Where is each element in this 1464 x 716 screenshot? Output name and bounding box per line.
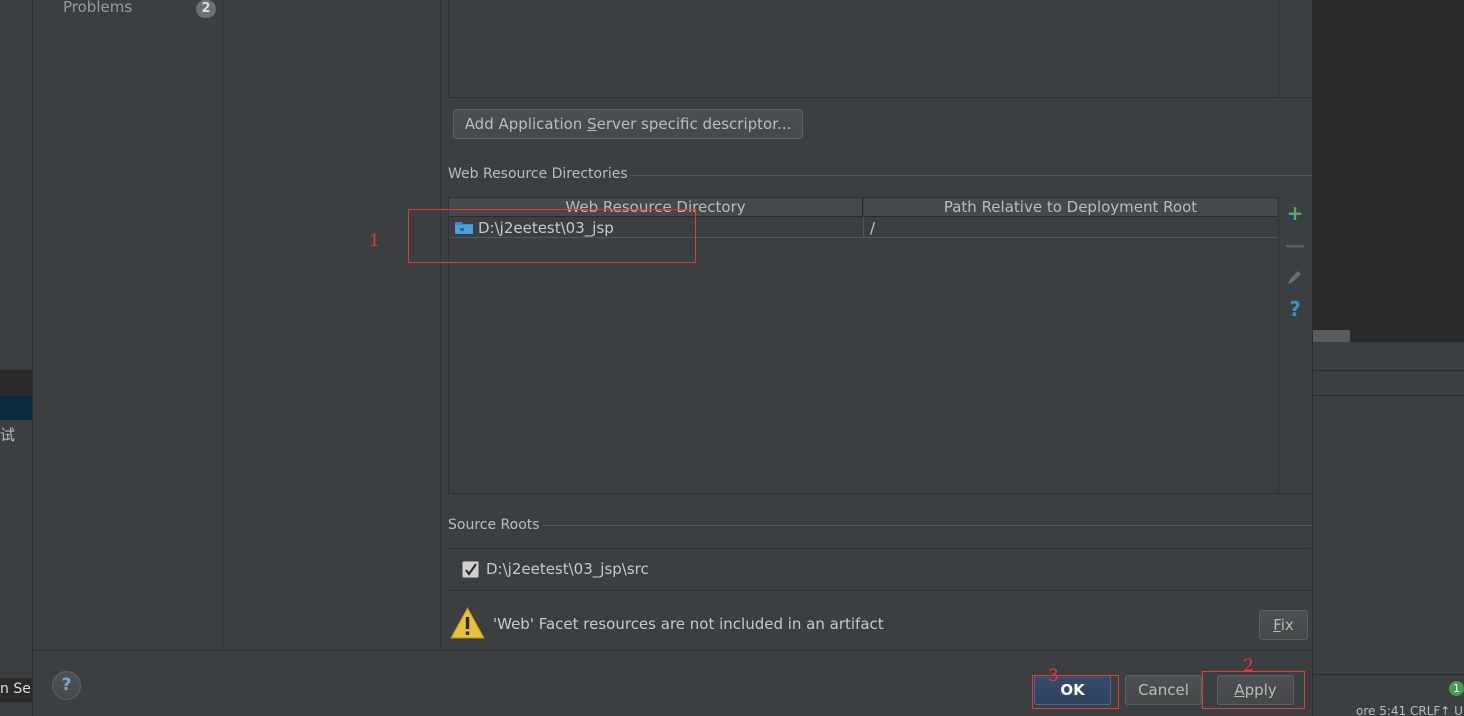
add-descriptor-mnemonic: S	[587, 115, 597, 133]
add-server-descriptor-button[interactable]: Add Application Server specific descript…	[453, 109, 803, 139]
ide-left-strip	[0, 370, 32, 396]
annotation-number-1: 1	[369, 231, 380, 251]
annotation-box-1	[408, 209, 696, 263]
section-divider	[629, 175, 1311, 176]
column-divider	[863, 218, 864, 238]
ide-editor-scrollbar[interactable]	[1313, 330, 1350, 342]
warning-icon	[450, 606, 485, 639]
ide-editor-area	[1313, 0, 1464, 342]
event-log-badge[interactable]: 1	[1449, 681, 1464, 696]
help-icon[interactable]: ?	[1285, 299, 1305, 319]
ide-left-text: 试	[0, 426, 16, 444]
ide-status-text: ore 5:41 CRLF↑ U	[1356, 704, 1463, 716]
fix-label-rest: ix	[1280, 616, 1294, 634]
checkmark-icon	[465, 563, 477, 576]
ide-left-bottom-text: n Se	[0, 678, 32, 702]
annotation-number-3: 3	[1048, 666, 1059, 686]
web-resource-directories-title: Web Resource Directories	[448, 166, 628, 182]
ide-status-bar	[1313, 674, 1464, 704]
table-cell-relative-path: /	[870, 219, 876, 237]
source-root-path: D:\j2eetest\03_jsp\src	[486, 560, 649, 578]
source-roots-title: Source Roots	[448, 517, 540, 533]
screen-root: 试 n Se 1 ore 5:41 CRLF↑ U Problems 2 Add…	[0, 0, 1464, 716]
cancel-button[interactable]: Cancel	[1125, 675, 1202, 705]
dialog-footer	[33, 650, 1312, 716]
remove-icon[interactable]: —	[1285, 235, 1305, 255]
column-header-relative-path[interactable]: Path Relative to Deployment Root	[864, 198, 1277, 217]
deployment-descriptors-toolbar	[1279, 0, 1311, 98]
ide-left-selected-row	[0, 396, 32, 420]
deployment-descriptors-list[interactable]	[448, 0, 1279, 98]
problems-count-badge: 2	[196, 0, 216, 18]
edit-icon[interactable]	[1285, 267, 1305, 287]
dialog-help-button[interactable]: ?	[52, 671, 81, 700]
dialog-sidebar	[33, 0, 223, 650]
add-descriptor-label-suffix: erver specific descriptor...	[596, 115, 792, 133]
sidebar-item-problems[interactable]: Problems	[63, 0, 132, 16]
annotation-number-2: 2	[1243, 656, 1254, 676]
fix-mnemonic: F	[1273, 616, 1281, 634]
ide-background-left	[0, 0, 32, 716]
fix-button[interactable]: Fix	[1259, 610, 1308, 640]
annotation-box-3	[1032, 675, 1119, 709]
section-divider	[543, 525, 1311, 526]
add-icon[interactable]: +	[1285, 203, 1305, 223]
annotation-box-2	[1202, 671, 1305, 709]
warning-message: 'Web' Facet resources are not included i…	[493, 615, 884, 633]
source-root-checkbox[interactable]	[462, 561, 479, 578]
module-tree-panel	[224, 0, 441, 650]
ide-tool-window-strip	[1313, 370, 1464, 396]
add-descriptor-label-prefix: Add Application	[464, 115, 588, 133]
